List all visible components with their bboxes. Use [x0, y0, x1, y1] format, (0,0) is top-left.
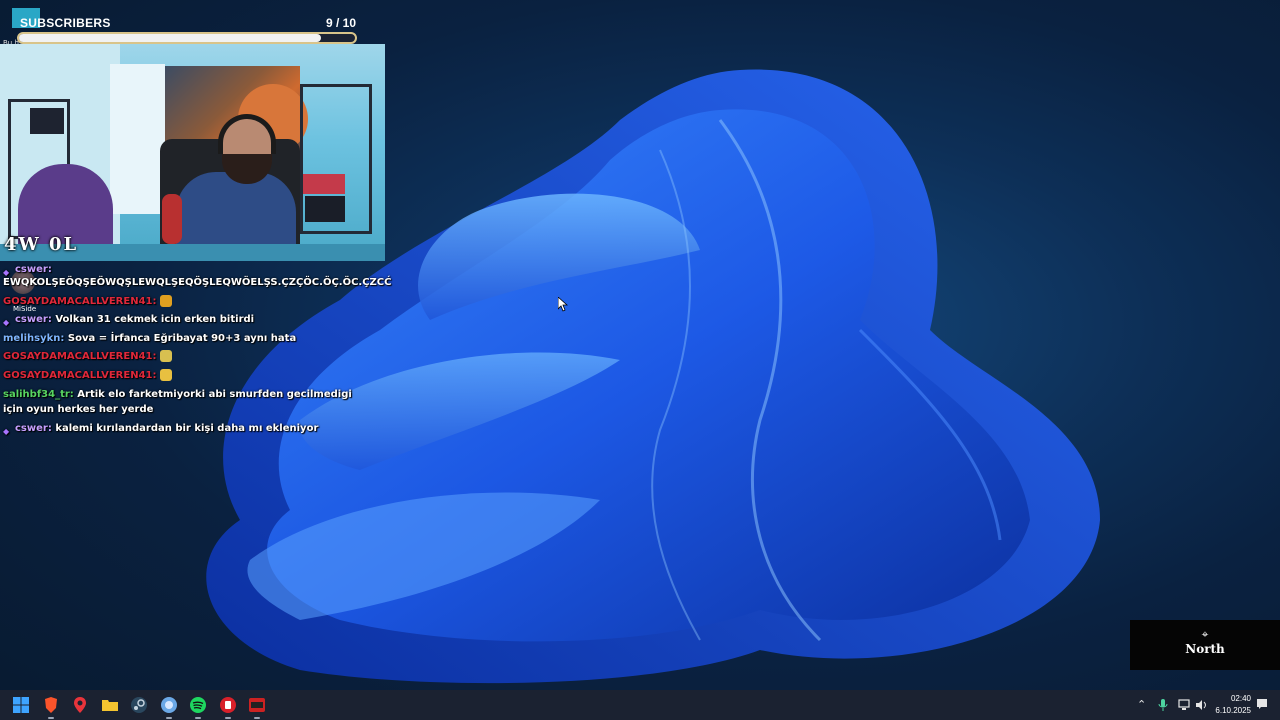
- subscribers-progress-bar: [17, 32, 357, 44]
- brave-browser-icon[interactable]: [42, 696, 60, 714]
- chat-text: kalemi kırılandardan bir kişi daha mı ek…: [55, 423, 319, 434]
- chat-username: GOSAYDAMACALLVEREN41:: [3, 370, 157, 381]
- app-red-icon[interactable]: [219, 696, 237, 714]
- chat-badge-icon: ◆: [3, 426, 10, 436]
- spotify-icon[interactable]: [189, 696, 207, 714]
- chat-text: Volkan 31 cekmek icin erken bitirdi: [55, 314, 255, 325]
- subscribers-title: SUBSCRIBERS: [20, 16, 111, 30]
- chat-emote-icon: [159, 369, 172, 381]
- chat-message: için oyun herkes her yerde: [3, 402, 363, 418]
- chat-text: Artik elo farketmiyorki abi smurfden gec…: [77, 389, 352, 400]
- volume-icon[interactable]: [1194, 698, 1208, 712]
- chat-username: cswer:: [15, 314, 52, 325]
- microphone-icon[interactable]: [1158, 698, 1168, 712]
- running-indicator: [166, 717, 172, 719]
- chat-username: salihbf34_tr:: [3, 389, 74, 400]
- chat-text: Sova = İrfanca Eğribayat 90+3 aynı hata: [67, 333, 297, 344]
- win-loss-score: 4W 0L: [4, 234, 79, 255]
- chat-badge-icon: ◆: [3, 267, 10, 277]
- chat-message: GOSAYDAMACALLVEREN41:: [3, 349, 363, 365]
- chat-message: ◆ cswer: kalemi kırılandardan bir kişi da…: [3, 421, 363, 437]
- taskbar: ⌃ 02:40 6.10.2025: [0, 690, 1280, 720]
- subscribers-progress-fill: [19, 34, 322, 42]
- chevron-up-icon[interactable]: ⌃: [1137, 698, 1146, 711]
- chat-emote-icon: [159, 350, 172, 362]
- chat-badge-icon: ◆: [3, 317, 10, 327]
- subscribers-goal-widget: SUBSCRIBERS 9 / 10 Bu h: [3, 8, 360, 48]
- chat-username: melihsykn:: [3, 333, 65, 344]
- windows-start-icon[interactable]: [12, 696, 30, 714]
- chat-message: salihbf34_tr: Artik elo farketmiyorki ab…: [3, 387, 363, 403]
- running-indicator: [254, 717, 260, 719]
- chat-username: cswer:: [15, 423, 52, 434]
- notification-icon[interactable]: [1256, 698, 1268, 710]
- system-clock[interactable]: 02:40 6.10.2025: [1215, 693, 1251, 717]
- chat-message: melihsykn: Sova = İrfanca Eğribayat 90+3…: [3, 331, 363, 347]
- subscribers-count: 9 / 10: [325, 16, 356, 30]
- running-indicator: [195, 717, 201, 719]
- app-icon[interactable]: [160, 696, 178, 714]
- mouse-cursor-icon: [558, 297, 568, 312]
- clock-date: 6.10.2025: [1215, 706, 1251, 715]
- chat-text: EWQKOLŞEÖQŞEÖWQŞLEWQLŞEQÖŞLEQWÖELŞS.ÇZÇÖ…: [3, 277, 392, 288]
- chat-message: EWQKOLŞEÖQŞEÖWQŞLEWQLŞEQÖŞLEQWÖELŞS.ÇZÇÖ…: [3, 275, 392, 291]
- north-watermark: ⌖ North: [1130, 620, 1280, 670]
- maps-pin-icon[interactable]: [71, 696, 89, 714]
- north-label: North: [1185, 642, 1225, 656]
- video-app-icon[interactable]: [248, 696, 266, 714]
- chat-text: için oyun herkes her yerde: [3, 404, 154, 415]
- network-icon[interactable]: [1178, 698, 1192, 712]
- chat-username: GOSAYDAMACALLVEREN41:: [3, 351, 157, 362]
- crosshair-icon: ⌖: [1201, 627, 1209, 641]
- chat-message: GOSAYDAMACALLVEREN41:: [3, 294, 363, 310]
- clock-time: 02:40: [1230, 694, 1251, 703]
- running-indicator: [225, 717, 231, 719]
- chat-username: cswer:: [15, 264, 52, 275]
- chat-message: GOSAYDAMACALLVEREN41:: [3, 368, 363, 384]
- webcam-feed: [0, 44, 385, 261]
- running-indicator: [48, 717, 54, 719]
- file-explorer-icon[interactable]: [101, 696, 119, 714]
- chat-username: GOSAYDAMACALLVEREN41:: [3, 296, 157, 307]
- chat-message: ◆ cswer: Volkan 31 cekmek icin erken biti…: [3, 312, 363, 328]
- steam-icon[interactable]: [130, 696, 148, 714]
- chat-emote-icon: [159, 295, 172, 307]
